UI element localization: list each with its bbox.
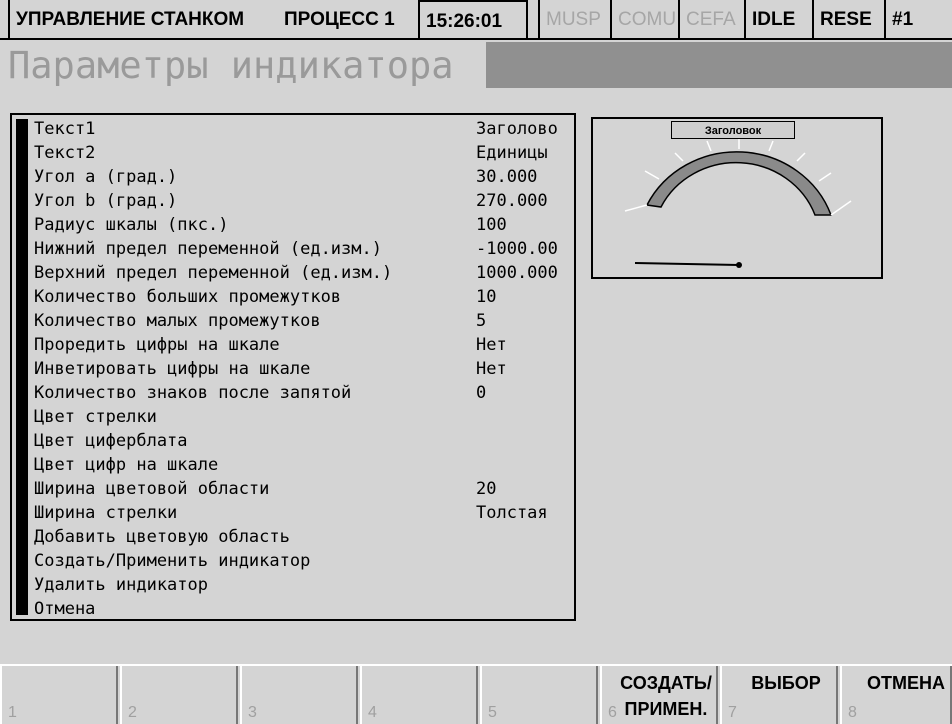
param-row[interactable]: Удалить индикатор xyxy=(34,573,574,597)
param-row[interactable]: Количество знаков после запятой 0 xyxy=(34,381,574,405)
softkey-number: 3 xyxy=(248,704,257,721)
reset-indicator: RESE xyxy=(812,0,884,40)
param-label: Создать/Применить индикатор xyxy=(34,551,311,571)
param-row[interactable]: Цвет стрелки xyxy=(34,405,574,429)
param-value: -1000.00 xyxy=(476,239,558,259)
param-value: 270.000 xyxy=(476,191,548,211)
param-label: Количество знаков после запятой xyxy=(34,383,352,403)
status-divider xyxy=(0,38,952,40)
param-row[interactable]: Текст2 Единицы xyxy=(34,141,574,165)
softkey-bar: 1 2 3 4 5 6 СОЗДАТЬ/ ПРИМЕН. 7 ВЫБОР 8 ОТМЕ… xyxy=(0,666,952,724)
param-row[interactable]: Радиус шкалы (пкс.) 100 xyxy=(34,213,574,237)
clock: 15:26:01 xyxy=(418,0,528,40)
parameter-list: Текст1 Заголово Текст2 Единицы Угол a (град.… xyxy=(10,113,576,621)
param-value: 100 xyxy=(476,215,507,235)
softkey-number: 8 xyxy=(848,704,857,721)
param-label: Цвет стрелки xyxy=(34,407,157,427)
gauge-preview: Заголовок xyxy=(591,117,883,279)
softkey-1[interactable]: 1 xyxy=(0,666,118,724)
param-row[interactable]: Инветировать цифры на шкале Нет xyxy=(34,357,574,381)
param-row[interactable]: Угол b (град.) 270.000 xyxy=(34,189,574,213)
softkey-select[interactable]: 7 ВЫБОР xyxy=(720,666,838,724)
status-bar: УПРАВЛЕНИЕ СТАНКОМ ПРОЦЕСС 1 15:26:01 MU… xyxy=(0,0,952,42)
param-label: Удалить индикатор xyxy=(34,575,208,595)
softkey-3[interactable]: 3 xyxy=(240,666,358,724)
softkey-number: 2 xyxy=(128,704,137,721)
param-value: 10 xyxy=(476,287,497,307)
softkey-5[interactable]: 5 xyxy=(480,666,598,724)
param-value: 30.000 xyxy=(476,167,538,187)
param-label: Верхний предел переменной (ед.изм.) xyxy=(34,263,393,283)
param-label: Нижний предел переменной (ед.изм.) xyxy=(34,239,382,259)
param-label: Ширина цветовой области xyxy=(34,479,270,499)
cefa-indicator: CEFA xyxy=(678,0,744,40)
gauge-title: Заголовок xyxy=(671,121,795,139)
channel-indicator: #1 xyxy=(884,0,952,40)
softkey-label: ОТМЕНА xyxy=(867,673,945,693)
machine-control-label: УПРАВЛЕНИЕ СТАНКОМ xyxy=(8,0,258,40)
gauge-arc xyxy=(645,151,833,216)
param-label: Проредить цифры на шкале xyxy=(34,335,280,355)
param-label: Количество малых промежутков xyxy=(34,311,321,331)
param-value: 0 xyxy=(476,383,487,403)
softkey-number: 4 xyxy=(368,704,377,721)
process-label: ПРОЦЕСС 1 xyxy=(284,9,395,30)
param-label: Текст2 xyxy=(34,143,96,163)
param-row[interactable]: Количество больших промежутков 10 xyxy=(34,285,574,309)
param-row[interactable]: Цвет цифр на шкале xyxy=(34,453,574,477)
param-label: Радиус шкалы (пкс.) xyxy=(34,215,229,235)
softkey-4[interactable]: 4 xyxy=(360,666,478,724)
param-value: 5 xyxy=(476,311,487,331)
param-label: Инветировать цифры на шкале xyxy=(34,359,311,379)
param-value: 20 xyxy=(476,479,497,499)
param-value: Заголово xyxy=(476,119,558,139)
param-row[interactable]: Угол a (град.) 30.000 xyxy=(34,165,574,189)
softkey-number: 1 xyxy=(8,704,17,721)
softkey-cancel[interactable]: 8 ОТМЕНА xyxy=(840,666,952,724)
param-row[interactable]: Ширина цветовой области 20 xyxy=(34,477,574,501)
param-row[interactable]: Добавить цветовую область xyxy=(34,525,574,549)
gauge-graphic xyxy=(624,138,852,268)
softkey-label: СОЗДАТЬ/ ПРИМЕН. xyxy=(620,673,712,719)
param-row[interactable]: Проредить цифры на шкале Нет xyxy=(34,333,574,357)
param-value: Нет xyxy=(476,359,507,379)
param-row[interactable]: Количество малых промежутков 5 xyxy=(34,309,574,333)
softkey-number: 5 xyxy=(488,704,497,721)
param-label: Отмена xyxy=(34,599,96,619)
param-row[interactable]: Отмена xyxy=(34,597,574,621)
comu-indicator: COMU xyxy=(610,0,678,40)
param-label: Цвет циферблата xyxy=(34,431,188,451)
param-label: Угол a (град.) xyxy=(34,167,178,187)
param-label: Ширина стрелки xyxy=(34,503,178,523)
param-row[interactable]: Текст1 Заголово xyxy=(34,117,574,141)
param-row[interactable]: Нижний предел переменной (ед.изм.) -1000.… xyxy=(34,237,574,261)
musp-indicator: MUSP xyxy=(538,0,610,40)
param-row[interactable]: Верхний предел переменной (ед.изм.) 1000.… xyxy=(34,261,574,285)
softkey-number: 7 xyxy=(728,704,737,721)
softkey-label: ВЫБОР xyxy=(751,673,821,693)
gauge-needle xyxy=(634,262,740,266)
param-value: Толстая xyxy=(476,503,548,523)
selection-bar xyxy=(16,119,28,615)
title-bg: Параметры индикатора xyxy=(0,42,486,88)
param-value: Нет xyxy=(476,335,507,355)
param-row[interactable]: Ширина стрелки Толстая xyxy=(34,501,574,525)
title-bar: Параметры индикатора xyxy=(0,42,952,88)
softkey-create-apply[interactable]: 6 СОЗДАТЬ/ ПРИМЕН. xyxy=(600,666,718,724)
param-label: Количество больших промежутков xyxy=(34,287,342,307)
param-label: Угол b (град.) xyxy=(34,191,178,211)
param-label: Цвет цифр на шкале xyxy=(34,455,219,475)
page-title: Параметры индикатора xyxy=(8,44,454,87)
param-row[interactable]: Создать/Применить индикатор xyxy=(34,549,574,573)
param-row[interactable]: Цвет циферблата xyxy=(34,429,574,453)
param-label: Текст1 xyxy=(34,119,96,139)
param-value: Единицы xyxy=(476,143,548,163)
param-value: 1000.000 xyxy=(476,263,558,283)
idle-indicator: IDLE xyxy=(744,0,812,40)
softkey-2[interactable]: 2 xyxy=(120,666,238,724)
param-label: Добавить цветовую область xyxy=(34,527,290,547)
